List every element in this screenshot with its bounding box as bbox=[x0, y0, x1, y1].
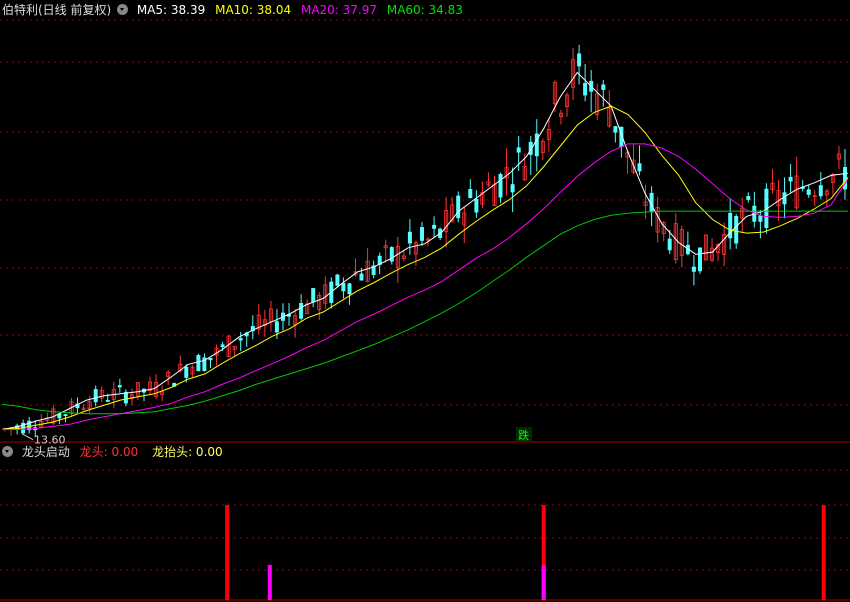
candle-body bbox=[93, 389, 98, 403]
candle-body bbox=[208, 357, 213, 361]
candle-body bbox=[498, 173, 503, 198]
candle-body bbox=[311, 288, 316, 303]
candle-body bbox=[341, 282, 346, 292]
moving-average-lines bbox=[1, 71, 849, 430]
ma-line-ma20 bbox=[2, 143, 849, 430]
ma-line-ma5 bbox=[1, 71, 849, 430]
candle-body bbox=[516, 147, 521, 153]
candle-body bbox=[788, 176, 793, 182]
candle-body bbox=[637, 163, 642, 172]
candle-body bbox=[758, 215, 763, 222]
candle-body bbox=[583, 83, 588, 96]
candle-body bbox=[746, 196, 751, 200]
ma-line-ma60 bbox=[1, 210, 848, 415]
candle-body bbox=[468, 188, 473, 198]
candle-body bbox=[105, 399, 110, 402]
kline-chart[interactable]: 13.60 跌 bbox=[0, 0, 850, 602]
candle-body bbox=[601, 84, 606, 90]
signal-bar-longtaitou bbox=[267, 564, 272, 600]
signal-bar-longtou bbox=[225, 505, 230, 600]
candle-body bbox=[274, 321, 279, 333]
candle-body bbox=[432, 224, 437, 229]
candle-body bbox=[613, 126, 618, 133]
candle-body bbox=[220, 344, 225, 348]
candle-body bbox=[577, 53, 582, 67]
candle-body bbox=[407, 231, 412, 244]
candle-body bbox=[238, 338, 243, 341]
candle-body bbox=[335, 274, 340, 286]
signal-bar-longtaitou bbox=[541, 564, 546, 600]
signal-bar-longtou bbox=[821, 505, 826, 600]
low-price-arrow bbox=[21, 433, 34, 441]
candle-body bbox=[196, 354, 201, 372]
signal-bars bbox=[225, 505, 826, 600]
candle-body bbox=[347, 283, 352, 295]
candle-body bbox=[359, 273, 364, 281]
grid-lines bbox=[0, 19, 850, 601]
low-price-label: 13.60 bbox=[34, 434, 66, 447]
candle-body bbox=[184, 366, 189, 378]
candle-body bbox=[806, 189, 811, 195]
candle-body bbox=[474, 198, 479, 213]
candle-body bbox=[818, 185, 823, 197]
candle-body bbox=[117, 385, 122, 388]
candle-body bbox=[456, 195, 461, 219]
candle-body bbox=[734, 215, 739, 244]
candle-body bbox=[123, 391, 128, 404]
signal-label: 跌 bbox=[518, 428, 529, 442]
candle-body bbox=[63, 414, 68, 417]
candle-body bbox=[698, 247, 703, 272]
candle-body bbox=[782, 192, 787, 205]
candlestick-series bbox=[3, 44, 848, 438]
candle-body bbox=[667, 238, 672, 251]
candle-body bbox=[691, 266, 696, 272]
annotations: 13.60 跌 bbox=[21, 427, 532, 447]
candle-body bbox=[510, 184, 515, 193]
candle-body bbox=[299, 302, 304, 319]
candle-body bbox=[419, 227, 424, 241]
